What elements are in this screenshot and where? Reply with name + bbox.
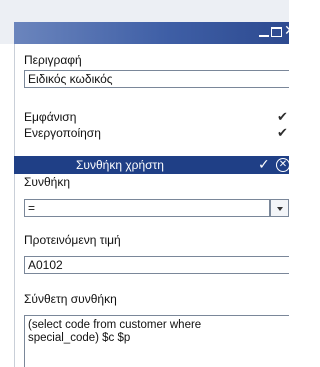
condition-label: Συνθήκη — [24, 175, 71, 189]
minimize-icon[interactable] — [259, 35, 269, 37]
activation-label: Ενεργοποίηση — [24, 126, 101, 140]
user-condition-header: Συνθήκη χρήστη ✓ ✕ — [14, 156, 290, 174]
chevron-down-icon — [277, 207, 283, 211]
activation-checkbox[interactable]: ✔ — [277, 127, 289, 141]
visibility-label: Εμφάνιση — [24, 110, 77, 124]
composite-condition-label: Σύνθετη συνθήκη — [24, 292, 117, 306]
suggested-value-label: Προτεινόμενη τιμή — [24, 233, 121, 247]
window-titlebar — [0, 0, 289, 44]
visibility-checkbox[interactable]: ✔ — [277, 111, 289, 125]
maximize-icon[interactable] — [271, 27, 282, 37]
condition-select[interactable]: = — [24, 199, 270, 217]
cancel-circle-icon[interactable]: ✕ — [276, 158, 290, 172]
close-icon[interactable]: ✕ — [284, 23, 296, 39]
condition-dropdown-button[interactable] — [270, 199, 289, 217]
suggested-value-field[interactable]: A0102 — [24, 256, 289, 274]
description-label: Περιγραφή — [24, 53, 82, 67]
description-field[interactable]: Ειδικός κωδικός — [24, 70, 289, 88]
titlebar-strip — [14, 22, 289, 44]
confirm-icon[interactable]: ✓ — [258, 156, 270, 174]
user-condition-title: Συνθήκη χρήστη — [76, 158, 164, 172]
composite-condition-textarea[interactable]: (select code from customer where special… — [24, 315, 289, 367]
